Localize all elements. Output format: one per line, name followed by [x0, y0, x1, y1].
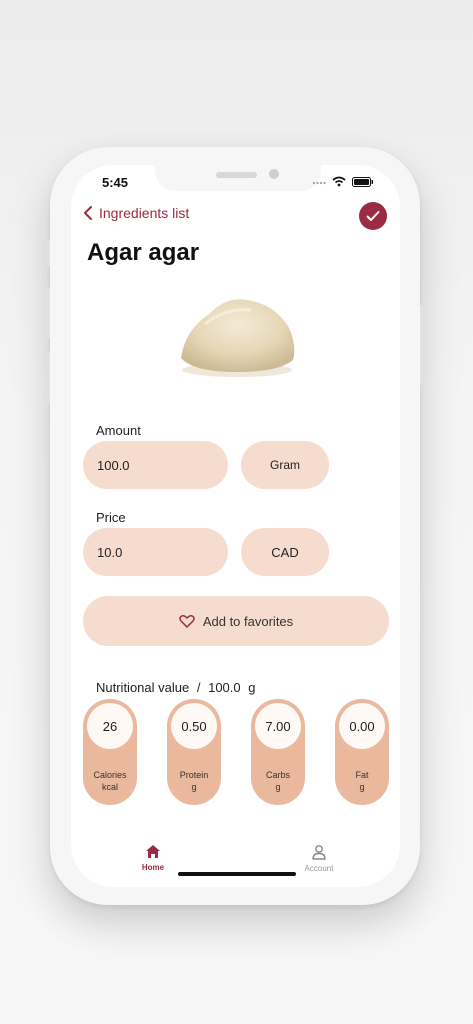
unit-select[interactable]: Gram	[241, 441, 329, 489]
nutrition-name: Carbs	[265, 770, 290, 780]
nutrition-value: 26	[87, 703, 133, 749]
nutrition-card-calories: 26 Calories kcal	[83, 699, 137, 805]
power-button	[420, 305, 423, 385]
volume-up-button	[47, 287, 50, 339]
nutrition-name: Calories	[93, 770, 127, 780]
nutrition-heading: Nutritional value / 100.0 g	[96, 680, 256, 695]
nutrition-value: 0.00	[339, 703, 385, 749]
back-button[interactable]: Ingredients list	[83, 205, 189, 221]
person-icon	[312, 845, 326, 860]
nutrition-unit: g	[248, 680, 256, 695]
screen: 5:45 Ingredients list Agar agar Amount 1…	[71, 165, 400, 887]
battery-icon	[352, 176, 373, 187]
amount-input[interactable]: 100.0	[83, 441, 228, 489]
nutrition-card-carbs: 7.00 Carbs g	[251, 699, 305, 805]
ingredient-image	[181, 299, 295, 377]
status-time: 5:45	[102, 175, 129, 190]
phone-frame: 5:45 Ingredients list Agar agar Amount 1…	[47, 147, 423, 905]
nutrition-caption: Fat g	[335, 769, 389, 793]
page-title: Agar agar	[87, 239, 200, 266]
nutrition-card-protein: 0.50 Protein g	[167, 699, 221, 805]
checkmark-icon	[366, 211, 380, 221]
amount-label: Amount	[96, 423, 141, 438]
front-camera	[269, 169, 279, 179]
currency-value: CAD	[271, 544, 299, 560]
unit-value: Gram	[270, 458, 300, 472]
nutrition-card-fat: 0.00 Fat g	[335, 699, 389, 805]
price-value: 10.0	[97, 544, 123, 560]
tab-account[interactable]: Account	[289, 844, 349, 873]
status-icons	[312, 176, 374, 187]
nutrition-unit-label: g	[191, 782, 197, 792]
silent-switch	[47, 239, 50, 267]
nutrition-caption: Protein g	[167, 769, 221, 793]
price-label: Price	[96, 510, 126, 525]
tab-home[interactable]: Home	[123, 844, 183, 872]
currency-select[interactable]: CAD	[241, 528, 329, 576]
nutrition-value: 7.00	[255, 703, 301, 749]
home-icon	[146, 845, 160, 858]
favorites-label: Add to favorites	[202, 613, 294, 629]
amount-value: 100.0	[97, 457, 130, 473]
cellular-signal-icon	[312, 181, 326, 184]
notch	[155, 165, 321, 191]
price-input[interactable]: 10.0	[83, 528, 228, 576]
wifi-icon	[332, 176, 346, 187]
add-to-favorites-button[interactable]: Add to favorites	[83, 596, 389, 646]
nutrition-unit-label: g	[359, 782, 365, 792]
volume-down-button	[47, 351, 50, 403]
tab-home-label: Home	[141, 863, 165, 872]
home-indicator	[178, 872, 296, 876]
nutrition-unit-label: kcal	[101, 782, 118, 792]
nutrition-name: Fat	[355, 770, 369, 780]
nutrition-separator: /	[196, 680, 201, 695]
save-button[interactable]	[359, 202, 387, 230]
nutrition-caption: Carbs g	[251, 769, 305, 793]
nutrition-caption: Calories kcal	[83, 769, 137, 793]
nutrition-label: Nutritional value	[96, 680, 190, 695]
chevron-left-icon	[84, 206, 92, 220]
nutrition-value: 0.50	[171, 703, 217, 749]
nutrition-amount: 100.0	[208, 680, 241, 695]
heart-icon	[179, 615, 195, 628]
tab-account-label: Account	[304, 864, 334, 873]
nutrition-unit-label: g	[275, 782, 281, 792]
speaker	[216, 172, 257, 178]
nutrition-name: Protein	[179, 770, 209, 780]
back-label: Ingredients list	[99, 205, 190, 221]
